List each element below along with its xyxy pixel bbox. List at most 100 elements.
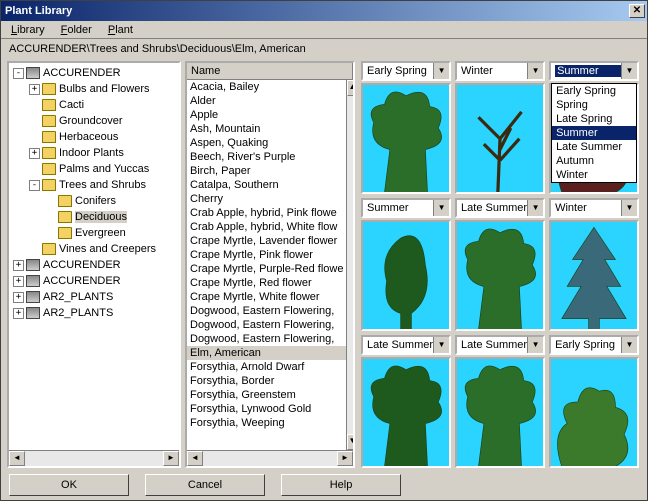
list-item[interactable]: Crape Myrtle, Red flower	[187, 276, 346, 290]
chevron-down-icon[interactable]: ▼	[621, 337, 637, 353]
plant-thumbnail[interactable]	[455, 220, 545, 331]
chevron-down-icon[interactable]: ▼	[621, 200, 637, 216]
list-item[interactable]: Crape Myrtle, Purple-Red flowe	[187, 262, 346, 276]
expand-icon[interactable]: +	[29, 84, 40, 95]
season-combo[interactable]: Late Summer▼	[361, 335, 451, 355]
tree-item-indoor-plants[interactable]: +Indoor Plants	[11, 145, 177, 161]
list-header-name[interactable]: Name	[187, 63, 353, 80]
tree-item-accurender[interactable]: -ACCURENDER	[11, 65, 177, 81]
tree-item-herbaceous[interactable]: Herbaceous	[11, 129, 177, 145]
tree-item-vines-and-creepers[interactable]: Vines and Creepers	[11, 241, 177, 257]
list-item[interactable]: Catalpa, Southern	[187, 178, 346, 192]
chevron-down-icon[interactable]: ▼	[527, 200, 543, 216]
list-item[interactable]: Alder	[187, 94, 346, 108]
dropdown-option[interactable]: Late Summer	[552, 140, 636, 154]
season-combo[interactable]: Late Summer▼	[455, 335, 545, 355]
chevron-down-icon[interactable]: ▼	[433, 63, 449, 79]
list-item[interactable]: Crab Apple, hybrid, White flow	[187, 220, 346, 234]
tree-item-ar2-plants[interactable]: +AR2_PLANTS	[11, 305, 177, 321]
list-item[interactable]: Crape Myrtle, Pink flower	[187, 248, 346, 262]
tree-item-deciduous[interactable]: Deciduous	[11, 209, 177, 225]
tree-item-accurender[interactable]: +ACCURENDER	[11, 273, 177, 289]
list-item[interactable]: Dogwood, Eastern Flowering,	[187, 332, 346, 346]
season-combo[interactable]: Early Spring▼	[361, 61, 451, 81]
list-item[interactable]: Forsythia, Lynwood Gold	[187, 402, 346, 416]
dropdown-option[interactable]: Autumn	[552, 154, 636, 168]
tree-item-palms-and-yuccas[interactable]: Palms and Yuccas	[11, 161, 177, 177]
list-hscroll[interactable]: ◄ ►	[187, 450, 353, 466]
plant-thumbnail[interactable]	[361, 357, 451, 468]
plant-list[interactable]: Name Acacia, BaileyAlderAppleAsh, Mounta…	[185, 61, 355, 468]
scroll-left-icon[interactable]: ◄	[9, 451, 25, 466]
close-button[interactable]: ✕	[629, 4, 645, 18]
help-button[interactable]: Help	[281, 474, 401, 496]
season-dropdown[interactable]: Early SpringSpringLate SpringSummerLate …	[551, 83, 637, 183]
dropdown-option[interactable]: Winter	[552, 168, 636, 182]
plant-thumbnail[interactable]	[361, 220, 451, 331]
ok-button[interactable]: OK	[9, 474, 129, 496]
scroll-left-icon[interactable]: ◄	[187, 451, 203, 466]
tree-item-conifers[interactable]: Conifers	[11, 193, 177, 209]
season-combo[interactable]: Winter▼	[549, 198, 639, 218]
chevron-down-icon[interactable]: ▼	[433, 200, 449, 216]
list-item[interactable]: Acacia, Bailey	[187, 80, 346, 94]
tree-item-bulbs-and-flowers[interactable]: +Bulbs and Flowers	[11, 81, 177, 97]
list-item[interactable]: Forsythia, Arnold Dwarf	[187, 360, 346, 374]
expand-icon[interactable]: -	[29, 180, 40, 191]
season-combo[interactable]: Summer▼Early SpringSpringLate SpringSumm…	[549, 61, 639, 81]
chevron-down-icon[interactable]: ▼	[527, 337, 543, 353]
list-item[interactable]: Forsythia, Greenstem	[187, 388, 346, 402]
list-item[interactable]: Aspen, Quaking	[187, 136, 346, 150]
scroll-down-icon[interactable]: ▼	[347, 434, 353, 450]
plant-thumbnail[interactable]	[455, 83, 545, 194]
list-item[interactable]: Crab Apple, hybrid, Pink flowe	[187, 206, 346, 220]
list-item[interactable]: Dogwood, Eastern Flowering,	[187, 318, 346, 332]
list-item[interactable]: Beech, River's Purple	[187, 150, 346, 164]
scroll-up-icon[interactable]: ▲	[347, 80, 353, 96]
scroll-right-icon[interactable]: ►	[337, 451, 353, 466]
list-item[interactable]: Apple	[187, 108, 346, 122]
tree-item-cacti[interactable]: Cacti	[11, 97, 177, 113]
menu-library[interactable]: Library	[5, 22, 51, 38]
season-combo[interactable]: Early Spring▼	[549, 335, 639, 355]
plant-thumbnail[interactable]	[361, 83, 451, 194]
list-item[interactable]: Cherry	[187, 192, 346, 206]
plant-thumbnail[interactable]	[549, 357, 639, 468]
list-item[interactable]: Forsythia, Weeping	[187, 416, 346, 430]
expand-icon[interactable]: +	[29, 148, 40, 159]
tree-hscroll[interactable]: ◄ ►	[9, 450, 179, 466]
menu-plant[interactable]: Plant	[102, 22, 139, 38]
dropdown-option[interactable]: Late Spring	[552, 112, 636, 126]
season-combo[interactable]: Winter▼	[455, 61, 545, 81]
chevron-down-icon[interactable]: ▼	[527, 63, 543, 79]
expand-icon[interactable]: +	[13, 276, 24, 287]
expand-icon[interactable]: +	[13, 292, 24, 303]
tree-item-groundcover[interactable]: Groundcover	[11, 113, 177, 129]
tree-item-evergreen[interactable]: Evergreen	[11, 225, 177, 241]
chevron-down-icon[interactable]: ▼	[433, 337, 449, 353]
list-item[interactable]: Birch, Paper	[187, 164, 346, 178]
expand-icon[interactable]: -	[13, 68, 24, 79]
list-item[interactable]: Crape Myrtle, White flower	[187, 290, 346, 304]
list-item[interactable]: Forsythia, Border	[187, 374, 346, 388]
list-item[interactable]: Ash, Mountain	[187, 122, 346, 136]
list-item[interactable]: Dogwood, Eastern Flowering,	[187, 304, 346, 318]
dropdown-option[interactable]: Spring	[552, 98, 636, 112]
plant-thumbnail[interactable]	[455, 357, 545, 468]
expand-icon[interactable]: +	[13, 260, 24, 271]
tree-item-ar2-plants[interactable]: +AR2_PLANTS	[11, 289, 177, 305]
chevron-down-icon[interactable]: ▼	[621, 63, 637, 79]
season-combo[interactable]: Late Summer▼	[455, 198, 545, 218]
list-item[interactable]: Elm, American	[187, 346, 346, 360]
expand-icon[interactable]: +	[13, 308, 24, 319]
dropdown-option[interactable]: Summer	[552, 126, 636, 140]
season-combo[interactable]: Summer▼	[361, 198, 451, 218]
dropdown-option[interactable]: Early Spring	[552, 84, 636, 98]
folder-tree[interactable]: -ACCURENDER+Bulbs and FlowersCactiGround…	[7, 61, 181, 468]
list-item[interactable]: Crape Myrtle, Lavender flower	[187, 234, 346, 248]
plant-thumbnail[interactable]	[549, 220, 639, 331]
scroll-right-icon[interactable]: ►	[163, 451, 179, 466]
tree-item-trees-and-shrubs[interactable]: -Trees and Shrubs	[11, 177, 177, 193]
menu-folder[interactable]: Folder	[55, 22, 98, 38]
list-vscroll[interactable]: ▲ ▼	[346, 80, 353, 450]
